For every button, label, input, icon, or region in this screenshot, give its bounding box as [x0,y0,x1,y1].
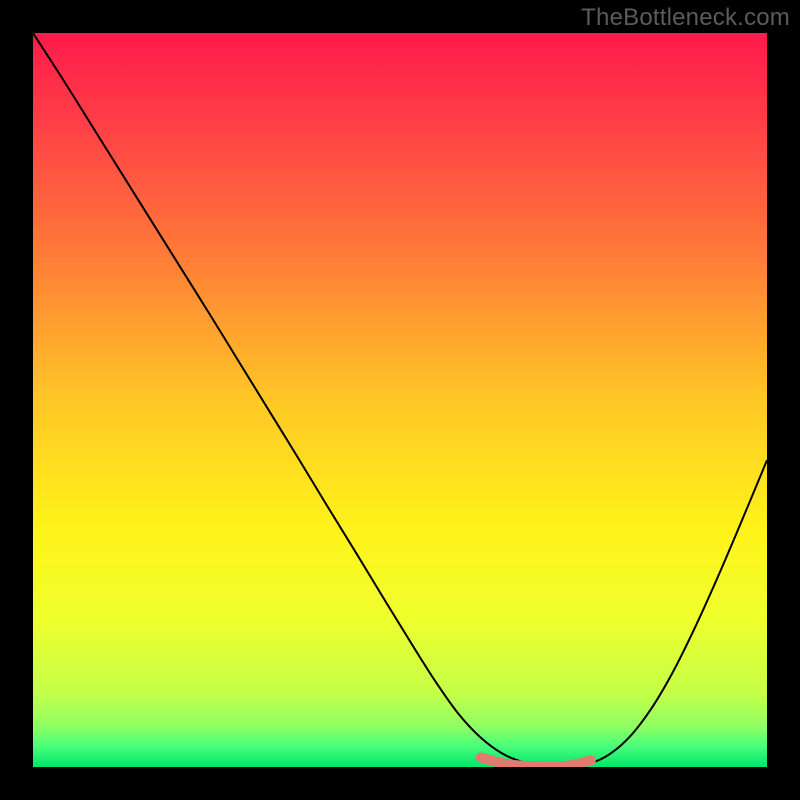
plot-area [33,33,767,767]
watermark-text: TheBottleneck.com [581,4,790,32]
bottleneck-chart [33,33,767,767]
gradient-background [33,33,767,767]
chart-frame: TheBottleneck.com [0,0,800,800]
